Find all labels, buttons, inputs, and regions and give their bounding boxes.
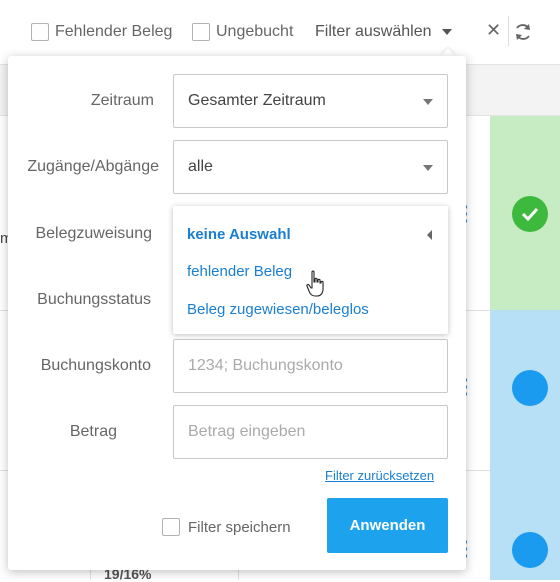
refresh-icon[interactable] (513, 22, 533, 47)
save-filter-checkbox[interactable] (162, 518, 180, 536)
filter-select-label: Filter auswählen (315, 23, 432, 40)
panel-pointer (440, 48, 456, 56)
caret-down-icon (441, 29, 452, 35)
unbooked-checkbox[interactable] (192, 23, 210, 41)
inflow-outflow-label: Zugänge/Abgänge (27, 158, 159, 175)
save-filter-label: Filter speichern (188, 518, 291, 536)
toolbar: Fehlender Beleg Ungebucht Filter auswähl… (0, 0, 560, 64)
option-no-selection[interactable]: keine Auswahl (187, 226, 291, 243)
unbooked-label: Ungebucht (216, 23, 294, 40)
caret-left-icon (427, 230, 432, 240)
booking-account-input[interactable]: 1234; Buchungskonto (173, 339, 448, 393)
inflow-outflow-select[interactable]: alle (173, 140, 448, 194)
option-receipt-assigned[interactable]: Beleg zugewiesen/beleglos (187, 301, 369, 318)
booking-account-placeholder: 1234; Buchungskonto (188, 357, 343, 374)
missing-receipt-label: Fehlender Beleg (55, 23, 173, 40)
checkmark-icon (512, 196, 548, 232)
receipt-assignment-label: Belegzuweisung (35, 225, 152, 242)
apply-button[interactable]: Anwenden (327, 498, 448, 553)
status-dot-icon (512, 370, 548, 406)
missing-receipt-filter[interactable]: Fehlender Beleg (31, 22, 172, 42)
hand-cursor-icon (306, 270, 326, 303)
caret-down-icon (423, 165, 433, 171)
period-label: Zeitraum (90, 92, 154, 109)
option-missing-receipt[interactable]: fehlender Beleg (187, 263, 292, 280)
missing-receipt-checkbox[interactable] (31, 23, 49, 41)
close-icon[interactable]: ✕ (486, 20, 501, 41)
amount-label: Betrag (69, 423, 117, 440)
reset-filter-link[interactable]: Filter zurücksetzen (325, 468, 434, 483)
inflow-outflow-value: alle (188, 158, 213, 175)
amount-input[interactable]: Betrag eingeben (173, 405, 448, 459)
caret-down-icon (423, 99, 433, 105)
toolbar-divider (508, 16, 509, 46)
period-value: Gesamter Zeitraum (188, 92, 326, 109)
filter-select-toggle[interactable]: Filter auswählen (315, 22, 452, 42)
amount-placeholder: Betrag eingeben (188, 423, 306, 440)
save-filter-option[interactable]: Filter speichern (162, 518, 291, 536)
unbooked-filter[interactable]: Ungebucht (192, 22, 293, 42)
status-dot-icon (512, 532, 548, 568)
booking-account-label: Buchungskonto (40, 357, 151, 374)
period-select[interactable]: Gesamter Zeitraum (173, 74, 448, 128)
booking-status-label: Buchungsstatus (37, 291, 151, 308)
